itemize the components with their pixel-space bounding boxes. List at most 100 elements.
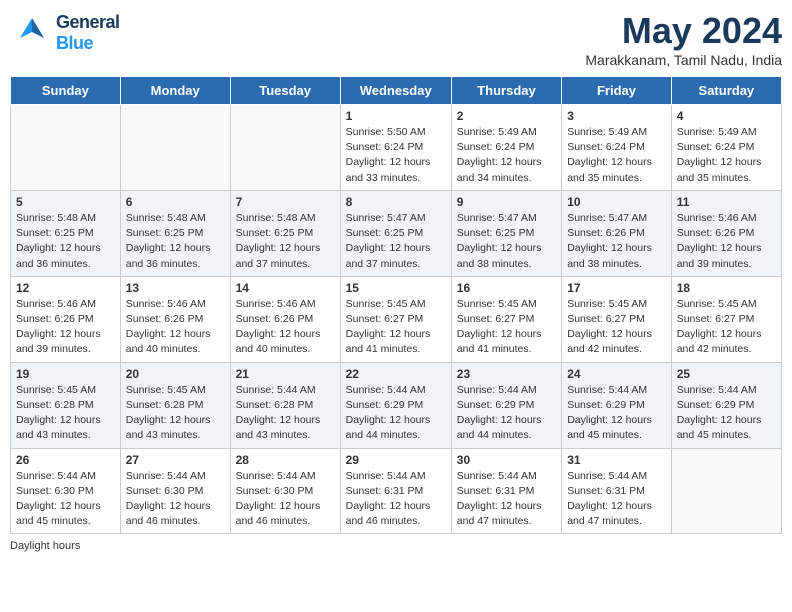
day-cell-3: 3Sunrise: 5:49 AM Sunset: 6:24 PM Daylig…	[562, 105, 672, 191]
day-cell-7: 7Sunrise: 5:48 AM Sunset: 6:25 PM Daylig…	[230, 190, 340, 276]
logo-blue: Blue	[56, 33, 120, 54]
day-info: Sunrise: 5:44 AM Sunset: 6:29 PM Dayligh…	[457, 383, 556, 444]
day-number: 20	[126, 367, 225, 381]
day-info: Sunrise: 5:47 AM Sunset: 6:25 PM Dayligh…	[346, 211, 446, 272]
day-header-monday: Monday	[120, 77, 230, 105]
day-number: 11	[677, 195, 776, 209]
day-cell-6: 6 Sunrise: 5:48 AM Sunset: 6:25 PM Daylig…	[120, 190, 230, 276]
logo: General Blue	[10, 10, 120, 55]
day-cell-31: 31Sunrise: 5:44 AM Sunset: 6:31 PM Dayli…	[562, 448, 672, 534]
day-number: 9	[457, 195, 556, 209]
day-number: 21	[236, 367, 335, 381]
day-number: 14	[236, 281, 335, 295]
day-info: Sunrise: 5:45 AM Sunset: 6:27 PM Dayligh…	[677, 297, 776, 358]
logo-general: General	[56, 12, 120, 33]
day-number: 16	[457, 281, 556, 295]
empty-cell	[11, 105, 121, 191]
day-cell-30: 30 Sunrise: 5:44 AM Sunset: 6:31 PM Dayli…	[451, 448, 561, 534]
day-cell-17: 17 Sunrise: 5:45 AM Sunset: 6:27 PM Dayli…	[562, 276, 672, 362]
day-number: 17	[567, 281, 666, 295]
day-number: 28	[236, 453, 335, 467]
page-header: General Blue May 2024 Marakkanam, Tamil …	[10, 10, 782, 68]
day-cell-12: 12 Sunrise: 5:46 AM Sunset: 6:26 PM Dayli…	[11, 276, 121, 362]
day-header-thursday: Thursday	[451, 77, 561, 105]
day-info: Sunrise: 5:44 AM Sunset: 6:28 PM Dayligh…	[236, 383, 335, 444]
day-cell-2: 2Sunrise: 5:49 AM Sunset: 6:24 PM Daylig…	[451, 105, 561, 191]
day-info: Sunrise: 5:47 AM Sunset: 6:25 PM Dayligh…	[457, 211, 556, 272]
day-cell-9: 9 Sunrise: 5:47 AM Sunset: 6:25 PM Daylig…	[451, 190, 561, 276]
day-cell-26: 26Sunrise: 5:44 AM Sunset: 6:30 PM Dayli…	[11, 448, 121, 534]
day-cell-8: 8 Sunrise: 5:47 AM Sunset: 6:25 PM Daylig…	[340, 190, 451, 276]
day-info: Sunrise: 5:48 AM Sunset: 6:25 PM Dayligh…	[16, 211, 115, 272]
day-number: 19	[16, 367, 115, 381]
day-info: Sunrise: 5:46 AM Sunset: 6:26 PM Dayligh…	[236, 297, 335, 358]
day-cell-28: 28 Sunrise: 5:44 AM Sunset: 6:30 PM Dayli…	[230, 448, 340, 534]
day-cell-23: 23Sunrise: 5:44 AM Sunset: 6:29 PM Dayli…	[451, 362, 561, 448]
day-number: 5	[16, 195, 115, 209]
day-cell-22: 22Sunrise: 5:44 AM Sunset: 6:29 PM Dayli…	[340, 362, 451, 448]
day-number: 12	[16, 281, 115, 295]
day-number: 10	[567, 195, 666, 209]
day-cell-1: 1Sunrise: 5:50 AM Sunset: 6:24 PM Daylig…	[340, 105, 451, 191]
day-info: Sunrise: 5:44 AM Sunset: 6:29 PM Dayligh…	[567, 383, 666, 444]
day-number: 27	[126, 453, 225, 467]
month-year-title: May 2024	[585, 10, 782, 52]
logo-bird-icon	[12, 10, 52, 55]
day-number: 15	[346, 281, 446, 295]
day-info: Sunrise: 5:44 AM Sunset: 6:31 PM Dayligh…	[346, 469, 446, 530]
day-info: Sunrise: 5:49 AM Sunset: 6:24 PM Dayligh…	[457, 125, 556, 186]
day-info: Sunrise: 5:45 AM Sunset: 6:28 PM Dayligh…	[126, 383, 225, 444]
day-cell-5: 5 Sunrise: 5:48 AM Sunset: 6:25 PM Daylig…	[11, 190, 121, 276]
day-info: Sunrise: 5:45 AM Sunset: 6:27 PM Dayligh…	[567, 297, 666, 358]
day-number: 4	[677, 109, 776, 123]
day-info: Sunrise: 5:49 AM Sunset: 6:24 PM Dayligh…	[677, 125, 776, 186]
daylight-label: Daylight hours	[10, 540, 80, 552]
location-subtitle: Marakkanam, Tamil Nadu, India	[585, 52, 782, 68]
day-number: 18	[677, 281, 776, 295]
day-info: Sunrise: 5:45 AM Sunset: 6:27 PM Dayligh…	[346, 297, 446, 358]
day-info: Sunrise: 5:44 AM Sunset: 6:30 PM Dayligh…	[236, 469, 335, 530]
empty-cell	[230, 105, 340, 191]
day-cell-16: 16 Sunrise: 5:45 AM Sunset: 6:27 PM Dayli…	[451, 276, 561, 362]
logo-text: General Blue	[56, 12, 120, 54]
day-number: 13	[126, 281, 225, 295]
day-info: Sunrise: 5:50 AM Sunset: 6:24 PM Dayligh…	[346, 125, 446, 186]
day-cell-4: 4 Sunrise: 5:49 AM Sunset: 6:24 PM Daylig…	[671, 105, 781, 191]
day-header-wednesday: Wednesday	[340, 77, 451, 105]
day-header-friday: Friday	[562, 77, 672, 105]
day-cell-10: 10 Sunrise: 5:47 AM Sunset: 6:26 PM Dayli…	[562, 190, 672, 276]
day-info: Sunrise: 5:45 AM Sunset: 6:28 PM Dayligh…	[16, 383, 115, 444]
day-info: Sunrise: 5:44 AM Sunset: 6:30 PM Dayligh…	[126, 469, 225, 530]
day-number: 24	[567, 367, 666, 381]
day-cell-27: 27 Sunrise: 5:44 AM Sunset: 6:30 PM Dayli…	[120, 448, 230, 534]
day-number: 6	[126, 195, 225, 209]
day-number: 30	[457, 453, 556, 467]
day-cell-20: 20 Sunrise: 5:45 AM Sunset: 6:28 PM Dayli…	[120, 362, 230, 448]
day-info: Sunrise: 5:48 AM Sunset: 6:25 PM Dayligh…	[126, 211, 225, 272]
day-header-tuesday: Tuesday	[230, 77, 340, 105]
week-row-3: 12 Sunrise: 5:46 AM Sunset: 6:26 PM Dayli…	[11, 276, 782, 362]
day-cell-18: 18 Sunrise: 5:45 AM Sunset: 6:27 PM Dayli…	[671, 276, 781, 362]
day-number: 3	[567, 109, 666, 123]
day-info: Sunrise: 5:45 AM Sunset: 6:27 PM Dayligh…	[457, 297, 556, 358]
day-header-row: SundayMondayTuesdayWednesdayThursdayFrid…	[11, 77, 782, 105]
day-number: 8	[346, 195, 446, 209]
day-info: Sunrise: 5:44 AM Sunset: 6:30 PM Dayligh…	[16, 469, 115, 530]
day-cell-21: 21 Sunrise: 5:44 AM Sunset: 6:28 PM Dayli…	[230, 362, 340, 448]
empty-cell	[120, 105, 230, 191]
day-info: Sunrise: 5:46 AM Sunset: 6:26 PM Dayligh…	[126, 297, 225, 358]
day-cell-13: 13 Sunrise: 5:46 AM Sunset: 6:26 PM Dayli…	[120, 276, 230, 362]
day-info: Sunrise: 5:44 AM Sunset: 6:31 PM Dayligh…	[457, 469, 556, 530]
empty-cell	[671, 448, 781, 534]
day-info: Sunrise: 5:46 AM Sunset: 6:26 PM Dayligh…	[16, 297, 115, 358]
day-cell-11: 11Sunrise: 5:46 AM Sunset: 6:26 PM Dayli…	[671, 190, 781, 276]
day-info: Sunrise: 5:47 AM Sunset: 6:26 PM Dayligh…	[567, 211, 666, 272]
week-row-2: 5 Sunrise: 5:48 AM Sunset: 6:25 PM Daylig…	[11, 190, 782, 276]
day-cell-19: 19 Sunrise: 5:45 AM Sunset: 6:28 PM Dayli…	[11, 362, 121, 448]
day-cell-24: 24 Sunrise: 5:44 AM Sunset: 6:29 PM Dayli…	[562, 362, 672, 448]
week-row-5: 26Sunrise: 5:44 AM Sunset: 6:30 PM Dayli…	[11, 448, 782, 534]
day-number: 7	[236, 195, 335, 209]
title-section: May 2024 Marakkanam, Tamil Nadu, India	[585, 10, 782, 68]
day-cell-25: 25Sunrise: 5:44 AM Sunset: 6:29 PM Dayli…	[671, 362, 781, 448]
day-number: 22	[346, 367, 446, 381]
